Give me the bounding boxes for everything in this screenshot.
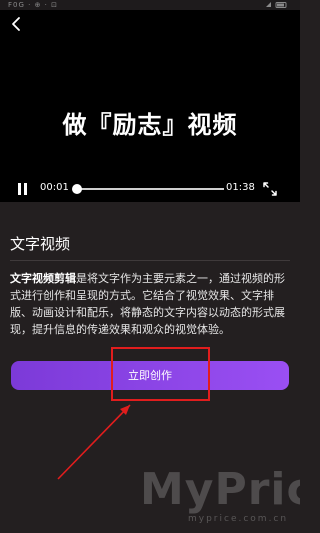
back-button[interactable] xyxy=(9,15,25,33)
back-arrow-icon xyxy=(12,17,20,31)
video-player[interactable]: 做『励志』视频 00:01 01:38 xyxy=(0,10,300,202)
status-bar-left: F0G · ⊕ · ⊡ xyxy=(8,1,58,9)
current-time: 00:01 xyxy=(40,182,69,193)
annotation-highlight-box xyxy=(111,347,210,401)
player-controls: 00:01 01:38 xyxy=(0,178,300,200)
pause-button[interactable] xyxy=(16,183,30,195)
status-bar-icons xyxy=(264,1,292,9)
watermark-url: myprice.com.cn xyxy=(188,514,289,524)
app-screen: F0G · ⊕ · ⊡ 做『励志』视频 00:01 01:38 文字视频 文字视… xyxy=(0,0,300,533)
seek-thumb[interactable] xyxy=(72,184,82,194)
annotation-arrow-icon xyxy=(57,404,131,480)
fullscreen-icon xyxy=(263,182,277,196)
status-bar: F0G · ⊕ · ⊡ xyxy=(0,0,300,10)
description-text: 文字视频剪辑是将文字作为主要元素之一，通过视频的形式进行创作和呈现的方式。它结合… xyxy=(10,270,292,338)
seek-bar[interactable] xyxy=(72,184,224,194)
section-divider xyxy=(10,260,290,261)
pause-icon xyxy=(18,183,21,195)
signal-icon xyxy=(266,2,271,7)
total-time: 01:38 xyxy=(226,182,255,193)
fullscreen-button[interactable] xyxy=(262,181,278,197)
description-term: 文字视频剪辑 xyxy=(10,272,76,285)
watermark-logo: MyPrice xyxy=(140,464,300,515)
section-title: 文字视频 xyxy=(10,235,71,253)
video-title: 做『励志』视频 xyxy=(62,111,238,139)
